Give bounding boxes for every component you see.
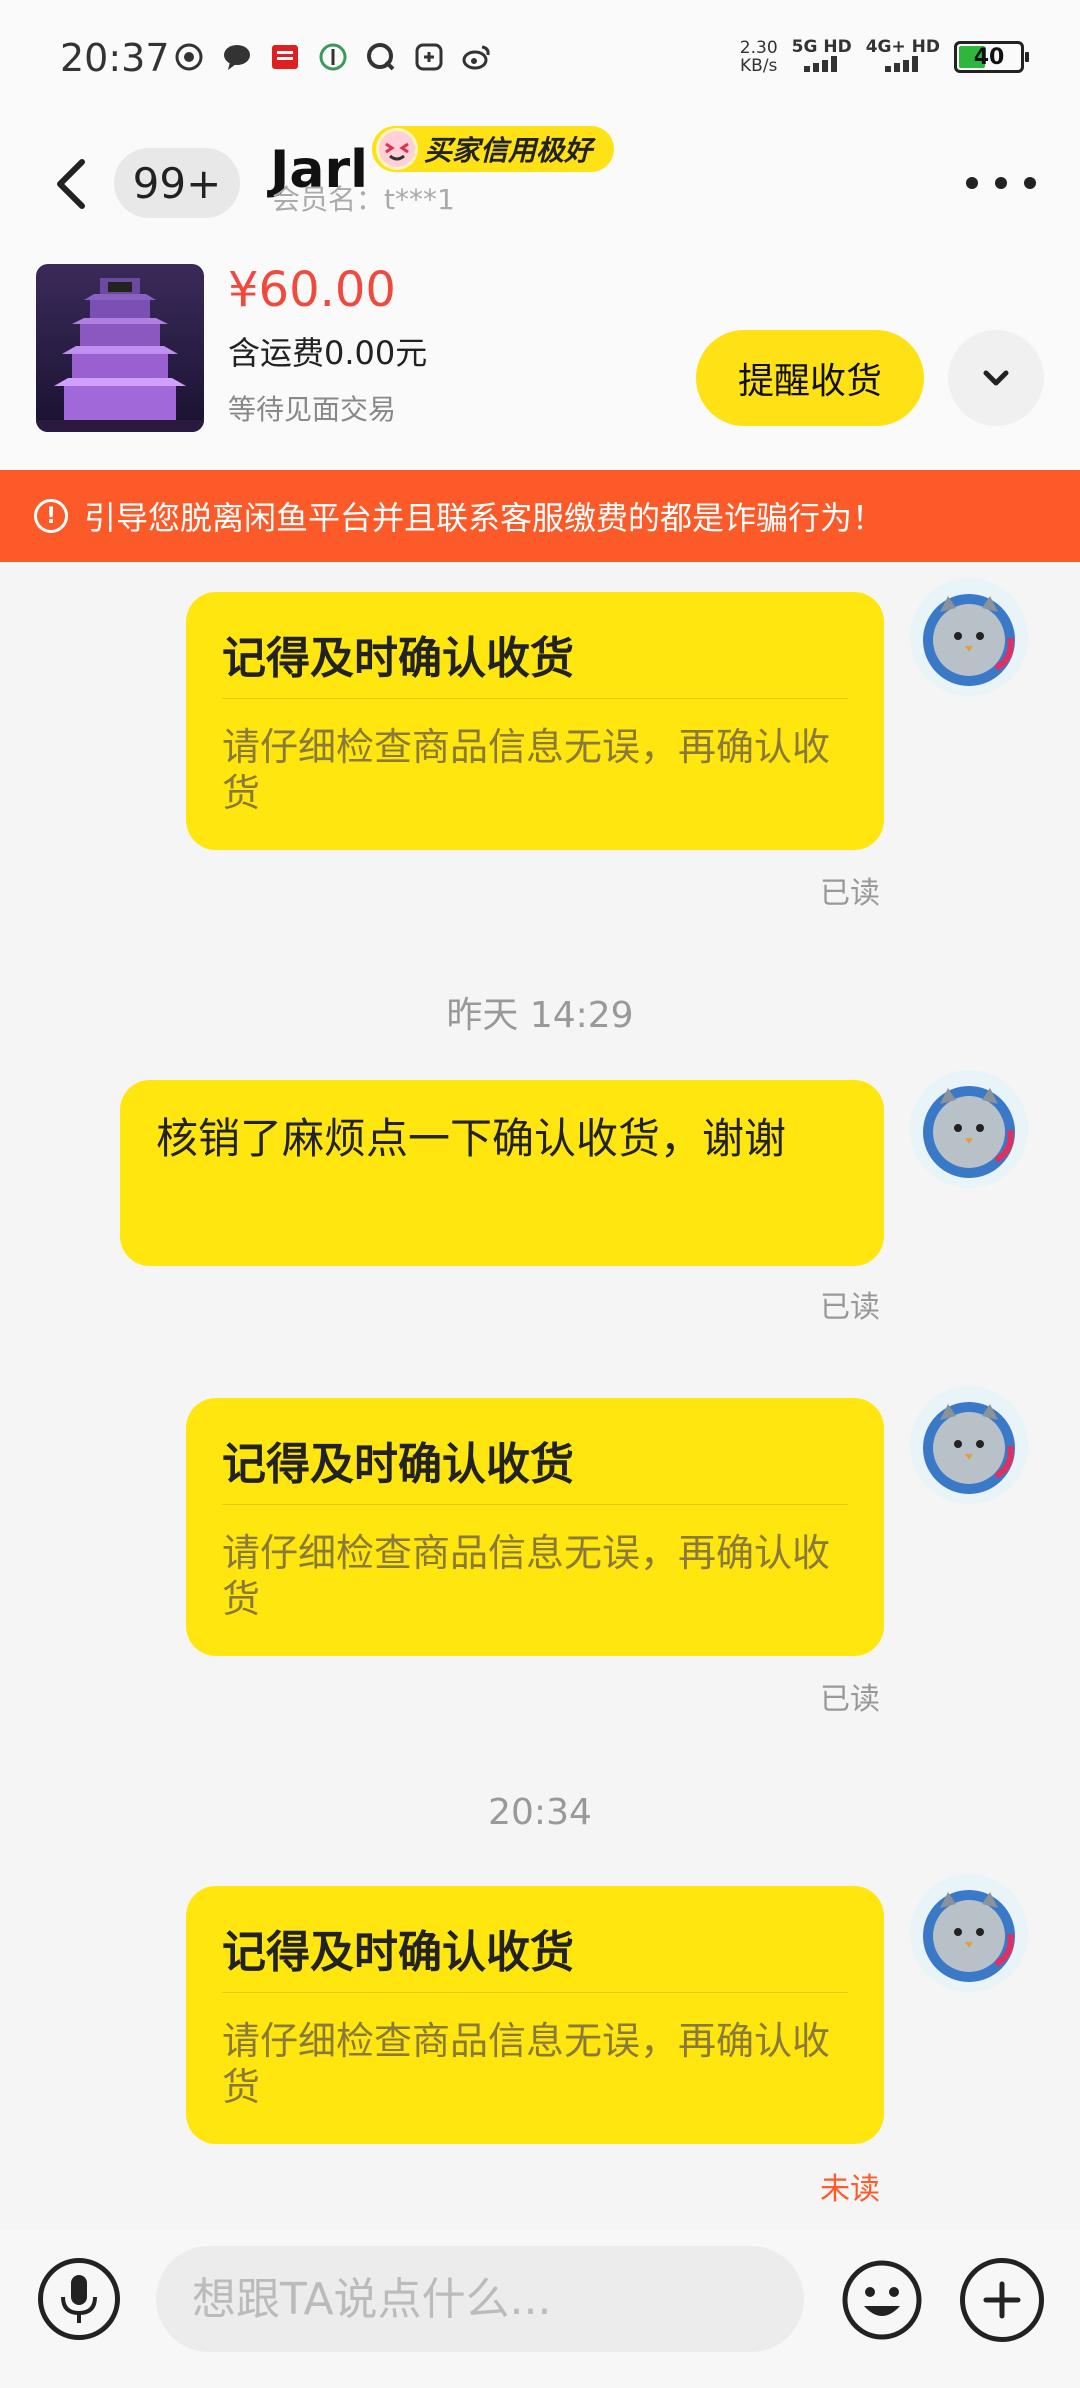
network-speed: 2.30 KB/s — [740, 39, 778, 75]
credit-label: 买家信用极好 — [424, 134, 593, 167]
avatar[interactable] — [910, 1070, 1028, 1188]
card-body: 请仔细检查商品信息无误，再确认收货 — [222, 2019, 831, 2109]
message-text: 核销了麻烦点一下确认收货，谢谢 — [156, 1114, 787, 1163]
more-actions-button[interactable] — [960, 2258, 1044, 2342]
cat-avatar-icon — [910, 578, 1028, 696]
qq-icon — [364, 40, 398, 74]
avatar[interactable] — [910, 1874, 1028, 1992]
status-bar: 20:37 2.30 KB/s 5G HD 4G+ HD 40 — [0, 0, 1080, 118]
input-bar — [0, 2230, 1080, 2388]
weibo-icon — [460, 40, 494, 74]
expand-button[interactable] — [948, 330, 1044, 426]
signal-bars-icon — [884, 56, 918, 72]
card-divider — [222, 1992, 848, 1993]
product-price: ¥60.00 — [228, 262, 396, 318]
timestamp: 20:34 — [488, 1792, 592, 1833]
news-app-icon — [268, 40, 302, 74]
trade-status: 等待见面交易 — [228, 393, 397, 426]
credit-face-icon — [376, 128, 418, 170]
network-4g-label: 4G+ HD — [865, 37, 940, 57]
warning-text: 引导您脱离闲鱼平台并且联系客服缴费的都是诈骗行为！ — [84, 499, 885, 537]
network-5g-label: 5G HD — [791, 37, 852, 57]
chevron-down-icon — [983, 370, 1009, 386]
back-icon — [57, 159, 85, 209]
more-icon — [995, 177, 1007, 189]
network-speed-unit: KB/s — [740, 56, 778, 76]
card-title: 记得及时确认收货 — [222, 633, 574, 684]
card-divider — [222, 698, 848, 699]
status-time: 20:37 — [60, 36, 170, 80]
emoji-icon — [842, 2260, 922, 2340]
chat-header: 99+ Jarl 买家信用极好 会员名：t***1 — [0, 118, 1080, 248]
emoji-button[interactable] — [840, 2258, 924, 2342]
card-body: 请仔细检查商品信息无误，再确认收货 — [222, 1531, 831, 1621]
member-name: 会员名：t***1 — [272, 183, 455, 216]
shipping-fee: 含运费0.00元 — [228, 334, 428, 372]
network-4g: 4G+ HD — [866, 38, 940, 76]
card-title: 记得及时确认收货 — [222, 1439, 574, 1490]
more-icon — [966, 177, 978, 189]
network-5g: 5G HD — [792, 38, 852, 76]
cat-avatar-icon — [910, 1874, 1028, 1992]
system-card-message[interactable]: 记得及时确认收货 请仔细检查商品信息无误，再确认收货 — [186, 1398, 884, 1656]
cat-avatar-icon — [910, 1070, 1028, 1188]
system-card-message[interactable]: 记得及时确认收货 请仔细检查商品信息无误，再确认收货 — [186, 1886, 884, 2144]
warning-icon: ! — [34, 499, 68, 533]
fraud-warning-banner: ! 引导您脱离闲鱼平台并且联系客服缴费的都是诈骗行为！ — [0, 470, 1080, 562]
avatar[interactable] — [910, 1386, 1028, 1504]
status-notification-icons — [172, 40, 494, 74]
system-card-message[interactable]: 记得及时确认收货 请仔细检查商品信息无误，再确认收货 — [186, 592, 884, 850]
product-thumbnail[interactable] — [36, 264, 204, 432]
card-title: 记得及时确认收货 — [222, 1927, 574, 1978]
plus-icon — [983, 2281, 1021, 2319]
avatar[interactable] — [910, 578, 1028, 696]
message-input[interactable] — [156, 2246, 804, 2352]
read-status: 已读 — [820, 1682, 880, 1717]
product-card[interactable]: ¥60.00 含运费0.00元 等待见面交易 提醒收货 — [0, 248, 1080, 470]
status-right-indicators: 2.30 KB/s 5G HD 4G+ HD 40 — [740, 38, 1029, 76]
voice-button[interactable] — [38, 2258, 120, 2340]
remind-receipt-button[interactable]: 提醒收货 — [696, 330, 924, 426]
unread-status: 未读 — [820, 2172, 880, 2207]
message-icon — [220, 40, 254, 74]
network-speed-value: 2.30 — [739, 38, 778, 58]
cat-avatar-icon — [910, 1386, 1028, 1504]
more-button[interactable] — [966, 158, 1036, 208]
signal-bars-icon — [803, 56, 837, 72]
microphone-icon — [61, 2275, 97, 2323]
read-status: 已读 — [820, 1290, 880, 1325]
read-status: 已读 — [820, 876, 880, 911]
battery-level: 40 — [973, 44, 1005, 70]
unread-count-badge[interactable]: 99+ — [114, 148, 240, 218]
signal-icon — [172, 40, 206, 74]
battery-icon: 40 — [954, 41, 1029, 73]
text-message[interactable]: 核销了麻烦点一下确认收货，谢谢 — [120, 1080, 884, 1266]
timestamp: 昨天 14:29 — [446, 995, 634, 1036]
back-button[interactable] — [44, 142, 104, 222]
app-icon — [412, 40, 446, 74]
credit-badge: 买家信用极好 — [372, 126, 615, 172]
card-divider — [222, 1504, 848, 1505]
card-body: 请仔细检查商品信息无误，再确认收货 — [222, 725, 831, 815]
hotspot-icon — [316, 40, 350, 74]
more-icon — [1024, 177, 1036, 189]
